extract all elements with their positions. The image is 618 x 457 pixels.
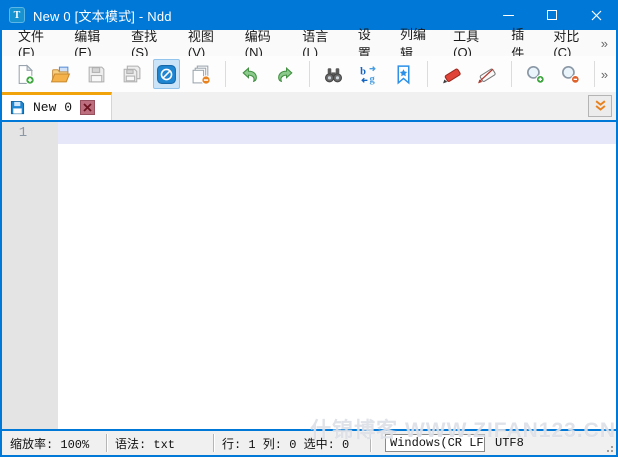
save-file-button[interactable] — [82, 59, 109, 89]
statusbar: 缩放率: 100% 语法: txt 行: 1 列: 0 选中: 0 Window… — [2, 431, 616, 455]
undo-icon — [242, 66, 258, 82]
clear-highlight-button[interactable] — [473, 59, 500, 89]
toolbar-overflow-chevron[interactable]: » — [601, 67, 616, 82]
save-all-icon — [123, 65, 141, 82]
line-number: 1 — [18, 125, 28, 141]
save-all-button[interactable] — [118, 59, 145, 89]
mark-highlight-icon — [443, 68, 461, 83]
maximize-icon — [547, 10, 557, 20]
toolbar-separator — [308, 61, 310, 87]
resize-grip[interactable] — [602, 441, 616, 455]
status-encoding: UTF8 — [495, 436, 524, 450]
status-syntax: 语法: txt — [115, 437, 176, 452]
undo-button[interactable] — [236, 59, 263, 89]
current-line-highlight — [58, 122, 616, 144]
zoom-out-icon — [561, 65, 580, 84]
replace-icon: b g — [360, 65, 376, 84]
bookmark-icon — [397, 64, 410, 84]
tabbar: New 0 — [2, 92, 616, 120]
redo-button[interactable] — [271, 59, 298, 89]
replace-button[interactable]: b g — [355, 59, 382, 89]
double-chevron-down-icon — [595, 100, 605, 111]
menubar: 文件(F) 编辑(E) 查找(S) 视图(V) 编码(N) 语言(L) 设置 列… — [2, 27, 616, 61]
editor-area[interactable]: 1 — [2, 120, 616, 431]
menu-overflow-chevron[interactable]: » — [601, 36, 616, 51]
find-icon — [324, 67, 342, 82]
close-file-icon — [157, 64, 176, 84]
redo-icon — [277, 66, 293, 82]
close-file-button[interactable] — [152, 59, 181, 89]
tab-close-icon — [83, 103, 92, 112]
window-frame: 文件(F) 编辑(E) 查找(S) 视图(V) 编码(N) 语言(L) 设置 列… — [0, 27, 618, 457]
eol-format-value: Windows(CR LF — [390, 436, 484, 450]
close-all-button[interactable] — [188, 59, 215, 89]
minimize-icon — [502, 14, 514, 16]
open-file-button[interactable] — [47, 59, 74, 89]
tab-new0[interactable]: New 0 — [2, 92, 112, 120]
zoom-in-icon — [526, 65, 545, 84]
toolbar-separator — [427, 61, 429, 87]
status-zoom: 缩放率: 100% — [10, 437, 90, 452]
svg-text:b: b — [360, 66, 366, 77]
eol-format-select[interactable]: Windows(CR LF — [385, 434, 485, 452]
zoom-in-button[interactable] — [521, 59, 548, 89]
toolbar-separator — [225, 61, 227, 87]
close-icon — [591, 10, 601, 20]
tab-save-state-icon — [10, 100, 25, 115]
status-separator — [370, 434, 371, 452]
new-file-icon — [18, 63, 35, 85]
toolbar-separator — [510, 61, 512, 87]
toolbar-separator — [593, 61, 595, 87]
save-file-icon — [88, 66, 104, 82]
app-window: T New 0 [文本模式] - Ndd 文件(F) 编辑(E) 查找(S) 视… — [0, 0, 618, 457]
line-number-gutter: 1 — [2, 122, 58, 429]
status-caret-position: 行: 1 列: 0 选中: 0 — [222, 437, 350, 452]
tab-label: New 0 — [33, 100, 73, 115]
close-all-icon — [192, 65, 211, 85]
find-button[interactable] — [320, 59, 347, 89]
zoom-out-button[interactable] — [557, 59, 584, 89]
bookmark-button[interactable] — [390, 59, 417, 89]
tab-close-button[interactable] — [80, 100, 96, 115]
toolbar: b g » — [2, 56, 616, 92]
svg-text:g: g — [369, 73, 375, 84]
app-icon: T — [9, 7, 25, 23]
tab-list-button[interactable] — [588, 95, 612, 117]
new-file-button[interactable] — [12, 59, 39, 89]
open-file-icon — [51, 66, 71, 82]
clear-highlight-icon — [478, 68, 497, 83]
text-edit-surface[interactable] — [58, 122, 616, 429]
mark-highlight-button[interactable] — [438, 59, 465, 89]
